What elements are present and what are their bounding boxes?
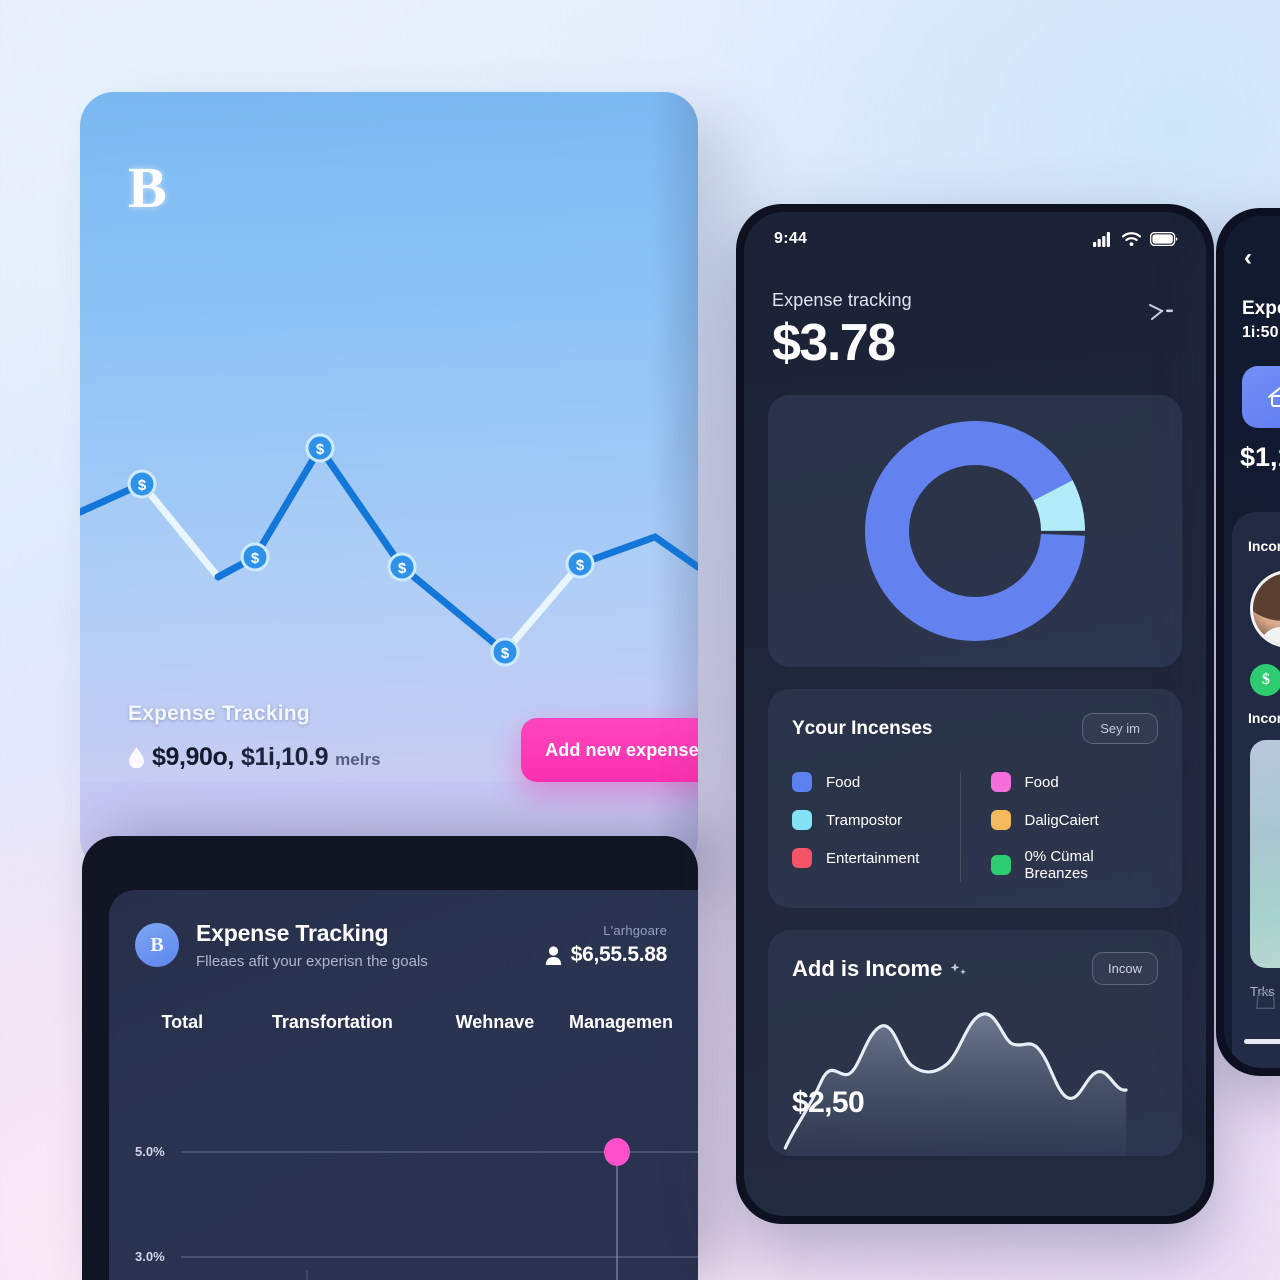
- incenses-header: Ycour Incenses Sey im: [792, 713, 1158, 744]
- chevron-left-icon[interactable]: ‹: [1244, 244, 1252, 272]
- battery-icon: [1150, 232, 1178, 246]
- legend-label: Trampostor: [826, 811, 903, 829]
- legend-item[interactable]: Entertainment: [792, 848, 960, 868]
- svg-text:$: $: [576, 557, 585, 574]
- tab-managemen[interactable]: Managemen: [569, 1012, 673, 1033]
- legend-label: Entertainment: [826, 849, 920, 867]
- detail-header: B Expense Tracking Flleaes afit your exp…: [109, 890, 698, 970]
- tab-total[interactable]: Total: [121, 1012, 244, 1033]
- svg-text:$: $: [138, 477, 147, 494]
- legend-label: 0% Cümal Breanzes: [1024, 848, 1094, 882]
- status-bar: 9:44: [744, 212, 1206, 248]
- phone-right: ‹ Expen 1i:50 $1,1 Incom $ -2 Incomi Trk…: [1216, 208, 1280, 1076]
- home-indicator: [1244, 1039, 1280, 1044]
- phone-mid-screen: 9:44 Expense tracking $3.78 Ycour Incens…: [744, 212, 1206, 1216]
- detail-balance: L'arhgoare $6,55.5.88: [545, 923, 673, 967]
- income-filter-button[interactable]: Incow: [1092, 952, 1158, 985]
- legend-swatch-icon: [792, 810, 812, 830]
- svg-text:$: $: [316, 441, 325, 458]
- add-new-expenses-button[interactable]: Add new expenses: [521, 718, 698, 782]
- incenses-card: Ycour Incenses Sey im Food Trampostor En…: [768, 689, 1182, 908]
- legend-label: Food: [826, 773, 861, 791]
- tab-transfortation[interactable]: Transfortation: [244, 1012, 421, 1033]
- legend-item[interactable]: Food: [990, 772, 1159, 792]
- home-icon-box[interactable]: [1242, 366, 1280, 428]
- legend-label: DaligCaiert: [1024, 811, 1099, 829]
- expense-summary: Expense Tracking $9,90o, $1i,10.9 melrs: [128, 702, 381, 772]
- signal-icon: [1093, 231, 1110, 247]
- legend-item[interactable]: DaligCaiert: [990, 810, 1159, 830]
- detail-chart: 5.0% 3.0%: [109, 1100, 698, 1280]
- mid-header: Expense tracking $3.78: [744, 248, 1206, 373]
- avatar: B: [135, 923, 179, 967]
- wifi-icon: [1122, 232, 1141, 246]
- expense-detail-card: B Expense Tracking Flleaes afit your exp…: [82, 836, 698, 1280]
- mid-header-label: Expense tracking: [772, 290, 912, 310]
- avatar-hair: [1253, 573, 1280, 621]
- svg-text:$: $: [501, 645, 510, 662]
- income-area-chart: [783, 1012, 1128, 1156]
- income-card: Add is Income Incow $2,50: [768, 930, 1182, 1156]
- legend-item[interactable]: 0% Cümal Breanzes: [990, 848, 1159, 882]
- donut-chart-card: [768, 395, 1182, 667]
- right-title: Expen: [1242, 298, 1280, 319]
- phone-right-screen: ‹ Expen 1i:50 $1,1 Incom $ -2 Incomi Trk…: [1224, 216, 1280, 1068]
- send-icon[interactable]: [1148, 300, 1178, 322]
- incenses-see-all-button[interactable]: Sey im: [1082, 713, 1158, 744]
- right-subtitle: 1i:50: [1242, 324, 1279, 341]
- expense-amount-suffix: melrs: [335, 750, 381, 769]
- legend-label: Food: [1024, 773, 1059, 791]
- income-title: Add is Income: [792, 955, 943, 981]
- detail-header-texts: Expense Tracking Flleaes afit your exper…: [196, 920, 428, 970]
- mid-header-texts: Expense tracking $3.78: [772, 290, 912, 373]
- expense-summary-title: Expense Tracking: [128, 702, 310, 725]
- expense-summary-amounts: $9,90o, $1i,10.9 melrs: [128, 743, 381, 772]
- svg-text:$: $: [251, 550, 260, 567]
- landscape-photo: [1250, 740, 1280, 968]
- expense-amount-primary: $9,90o,: [152, 743, 234, 771]
- mid-header-amount: $3.78: [772, 314, 896, 372]
- right-amount: $1,1: [1240, 442, 1280, 472]
- legend-swatch-icon: [990, 772, 1011, 792]
- incenses-legend-left: Food Trampostor Entertainment: [792, 772, 960, 882]
- legend-swatch-icon: [792, 772, 812, 792]
- detail-balance-amount: $6,55.5.88: [570, 943, 668, 966]
- right-income-label-2: Incomi: [1248, 710, 1280, 726]
- expense-detail-inner: B Expense Tracking Flleaes afit your exp…: [109, 890, 698, 1280]
- right-income-label-1: Incom: [1248, 538, 1280, 554]
- avatar-body: [1259, 627, 1280, 645]
- detail-tabs: Total Transfortation Wehnave Managemen: [109, 970, 698, 1033]
- status-time: 9:44: [774, 230, 808, 247]
- incenses-legend-right: Food DaligCaiert 0% Cümal Breanzes: [959, 772, 1159, 882]
- person-icon: [545, 945, 561, 965]
- tab-wehnave[interactable]: Wehnave: [421, 1012, 569, 1033]
- legend-item[interactable]: Trampostor: [792, 810, 960, 830]
- expense-overview-card: B $ $ $ $ $ $ Expense Tracking $9,90o, $…: [80, 92, 698, 872]
- avatar: [1250, 570, 1280, 648]
- brand-logo: B: [128, 155, 167, 220]
- incenses-legend: Food Trampostor Entertainment Food Dalig…: [792, 772, 1158, 882]
- legend-swatch-icon: [990, 855, 1011, 875]
- svg-text:$: $: [398, 560, 407, 577]
- drop-icon: [129, 747, 144, 768]
- dollar-badge-icon: $: [1250, 664, 1280, 696]
- nav-home-icon[interactable]: ☖: [1254, 985, 1277, 1016]
- detail-chart-svg: [181, 1138, 698, 1280]
- income-header: Add is Income Incow: [792, 952, 1158, 985]
- home-icon: [1268, 387, 1280, 407]
- incenses-title: Ycour Incenses: [792, 717, 933, 739]
- expense-amount-secondary: $1i,10.9: [240, 743, 329, 771]
- sparkle-icon: [950, 962, 967, 975]
- legend-swatch-icon: [792, 848, 812, 868]
- status-icons: [1093, 231, 1178, 247]
- detail-title: Expense Tracking: [196, 920, 389, 946]
- legend-item[interactable]: Food: [792, 772, 960, 792]
- phone-mid: 9:44 Expense tracking $3.78 Ycour Incens…: [736, 204, 1214, 1224]
- legend-swatch-icon: [990, 810, 1011, 830]
- income-amount: $2,50: [792, 1086, 865, 1119]
- detail-balance-row: $6,55.5.88: [545, 943, 667, 967]
- detail-subtitle: Flleaes afit your experisn the goals: [196, 953, 428, 970]
- detail-balance-label: L'arhgoare: [603, 923, 667, 938]
- expense-donut-chart: [865, 421, 1085, 641]
